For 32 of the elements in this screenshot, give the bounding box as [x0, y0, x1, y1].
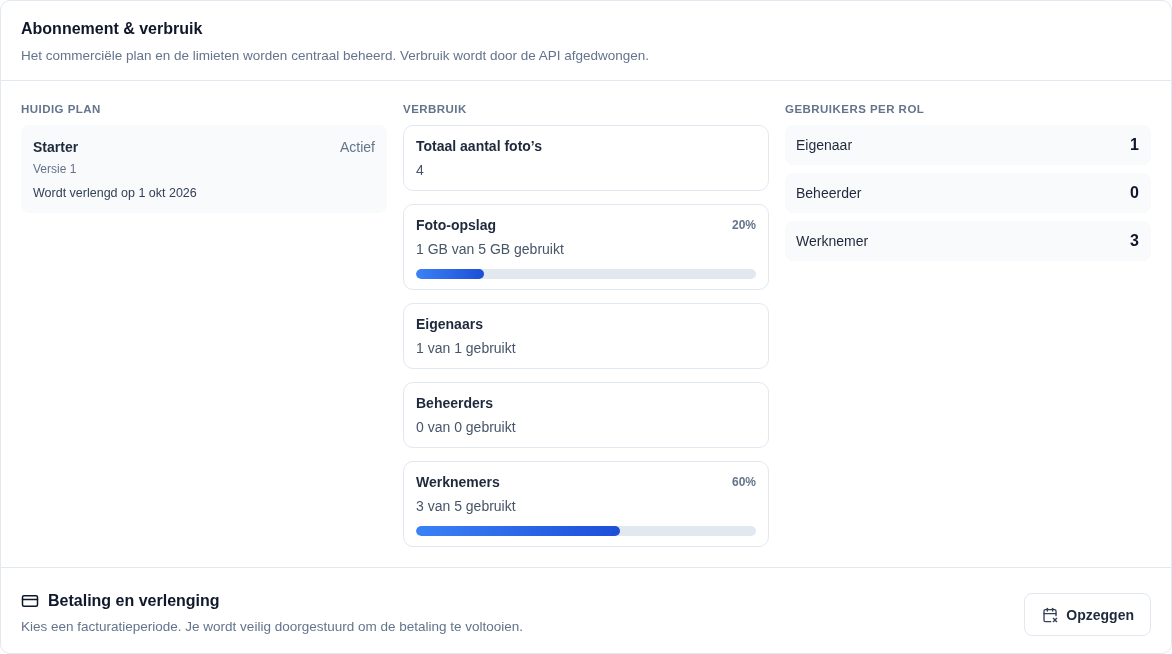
usage-value: 1 van 1 gebruikt	[416, 339, 517, 358]
plan-renewal: Wordt verlengd op 1 okt 2026	[33, 185, 198, 201]
role-count: 0	[1130, 184, 1139, 202]
usage-label: Werknemers	[416, 473, 500, 492]
role-name: Beheerder	[796, 185, 862, 201]
panel-description: Het commerciële plan en de limieten worden centraal beheerd. Verbruik wordt door de API afgedwongen.	[21, 47, 651, 65]
role-count: 3	[1130, 232, 1139, 250]
usage-value: 0 van 0 gebruikt	[416, 418, 517, 437]
usage-value: 4	[416, 161, 425, 180]
usage-percent: 20%	[731, 217, 756, 234]
calendar-x-icon	[1042, 606, 1059, 623]
plan-name: Starter	[33, 138, 79, 156]
section-label: GEBRUIKERS PER ROL	[785, 102, 926, 117]
cancel-button[interactable]: Opzeggen	[1024, 593, 1151, 636]
section-label: VERBRUIK	[403, 102, 468, 117]
usage-label: Beheerders	[416, 394, 494, 413]
billing-description: Kies een facturatieperiode. Je wordt veilig doorgestuurd om de betaling te voltooien.	[21, 618, 524, 636]
plan-status: Actief	[340, 138, 375, 156]
usage-label: Totaal aantal foto’s	[416, 137, 542, 156]
usage-label: Foto-opslag	[416, 216, 497, 235]
usage-percent: 60%	[731, 474, 756, 491]
panel-title: Abonnement & verbruik	[21, 19, 204, 39]
billing-title: Betaling en verlenging	[48, 591, 220, 611]
usage-value: 1 GB van 5 GB gebruikt	[416, 240, 565, 259]
role-count: 1	[1130, 136, 1139, 154]
role-name: Eigenaar	[796, 137, 853, 153]
plan-version: Versie 1	[33, 161, 78, 177]
usage-label: Eigenaars	[416, 315, 483, 334]
usage-value: 3 van 5 gebruikt	[416, 497, 517, 516]
role-name: Werknemer	[796, 233, 869, 249]
credit-card-icon	[21, 592, 39, 610]
section-label: HUIDIG PLAN	[21, 102, 102, 117]
